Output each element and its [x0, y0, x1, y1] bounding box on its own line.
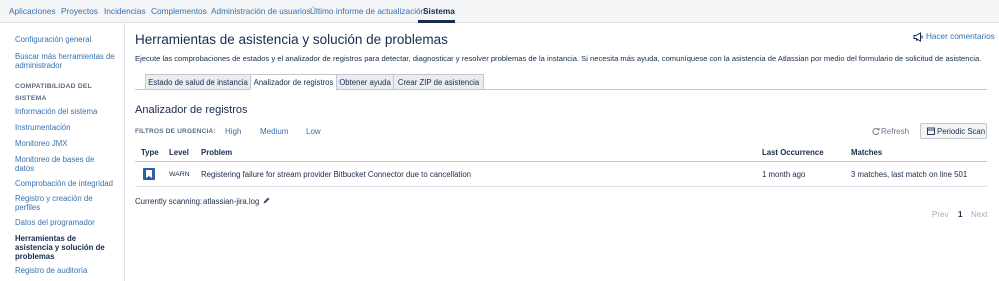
bookmark-icon	[143, 168, 155, 180]
pagination-prev[interactable]: Prev	[932, 210, 948, 219]
sidebar-item-datos-programador[interactable]: Datos del programador	[15, 218, 115, 227]
sidebar-item-monitoreo-bases-datos[interactable]: Monitoreo de bases de datos	[15, 155, 115, 173]
tab-obtener-ayuda[interactable]: Obtener ayuda	[336, 74, 394, 90]
column-header-problem: Problem	[201, 148, 233, 157]
sidebar-item-instrumentacion[interactable]: Instrumentación	[15, 123, 115, 132]
nav-sistema[interactable]: Sistema	[423, 6, 455, 16]
filter-medium[interactable]: Medium	[260, 127, 288, 136]
pagination-current-page[interactable]: 1	[958, 210, 962, 219]
page-title: Herramientas de asistencia y solución de…	[135, 32, 448, 47]
scanning-file: atlassian-jira.log	[203, 197, 260, 206]
row-matches: 3 matches, last match on line 501	[851, 170, 968, 179]
nav-administracion-usuarios[interactable]: Administración de usuarios	[211, 6, 311, 16]
tab-analizador-registros[interactable]: Analizador de registros	[250, 74, 337, 90]
refresh-icon	[872, 127, 880, 136]
column-header-level: Level	[169, 148, 189, 157]
section-heading: Analizador de registros	[135, 104, 248, 116]
active-nav-indicator	[418, 20, 455, 23]
nav-complementos[interactable]: Complementos	[151, 6, 207, 16]
sidebar-item-informacion-sistema[interactable]: Información del sistema	[15, 107, 115, 116]
nav-aplicaciones[interactable]: Aplicaciones	[9, 6, 56, 16]
pagination-next[interactable]: Next	[971, 210, 987, 219]
row-last-occurrence: 1 month ago	[762, 170, 806, 179]
sidebar: Configuración general Buscar más herrami…	[0, 23, 125, 281]
sidebar-item-monitoreo-jmx[interactable]: Monitoreo JMX	[15, 139, 115, 148]
top-navigation: Aplicaciones Proyectos Incidencias Compl…	[0, 0, 999, 23]
periodic-scan-button[interactable]: Periodic Scan	[920, 123, 987, 139]
sidebar-item-registro-auditoria[interactable]: Registro de auditoría	[15, 266, 115, 275]
row-level: WARN	[169, 171, 190, 178]
urgency-filter-label: FILTROS DE URGENCIA:	[135, 128, 216, 135]
sidebar-item-herramientas-asistencia[interactable]: Herramientas de asistencia y solución de…	[15, 234, 115, 261]
sidebar-item-configuracion-general[interactable]: Configuración general	[15, 35, 115, 44]
pencil-icon[interactable]	[262, 196, 271, 205]
table-row-divider	[135, 186, 987, 187]
column-header-matches: Matches	[851, 148, 883, 157]
sidebar-section-heading: COMPATIBILIDAD DEL SISTEMA	[15, 83, 92, 102]
nav-ultimo-informe[interactable]: Último informe de actualización	[310, 6, 425, 16]
sidebar-item-buscar-herramientas[interactable]: Buscar más herramientas de administrador	[15, 52, 115, 70]
column-header-last-occurrence: Last Occurrence	[762, 148, 824, 157]
nav-incidencias[interactable]: Incidencias	[104, 6, 146, 16]
filter-low[interactable]: Low	[306, 127, 321, 136]
periodic-scan-label: Periodic Scan	[937, 127, 986, 136]
sidebar-item-registro-perfiles[interactable]: Registro y creación de perfiles	[15, 194, 115, 212]
column-header-type: Type	[141, 148, 159, 157]
feedback-label: Hacer comentarios	[926, 32, 995, 41]
page-description: Ejecute las comprobaciones de estados y …	[135, 54, 982, 63]
problem-link[interactable]: Registering failure for stream provider …	[201, 170, 471, 179]
scanning-label: Currently scanning:	[135, 197, 203, 206]
filter-high[interactable]: High	[225, 127, 241, 136]
tab-estado-salud[interactable]: Estado de salud de instancia	[145, 74, 251, 90]
megaphone-icon	[913, 32, 923, 42]
table-header-divider	[135, 161, 987, 162]
nav-proyectos[interactable]: Proyectos	[61, 6, 98, 16]
sidebar-item-comprobacion-integridad[interactable]: Comprobación de integridad	[15, 179, 115, 188]
calendar-icon	[927, 127, 935, 135]
tab-crear-zip[interactable]: Crear ZIP de asistencia	[393, 74, 484, 90]
refresh-label: Refresh	[881, 127, 910, 136]
